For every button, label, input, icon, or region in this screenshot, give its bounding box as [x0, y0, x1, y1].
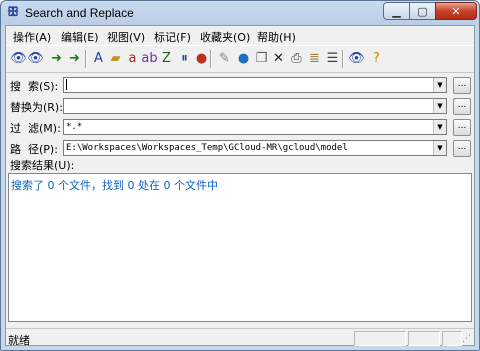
binoculars-double-icon[interactable]: 👁	[27, 50, 44, 67]
results-message: 搜索了 0 个文件，找到 0 处在 0 个文件中	[11, 179, 218, 192]
toolbar-separator	[210, 50, 212, 68]
menu-bar: 操作(A) 编辑(E) 视图(V) 标记(F) 收藏夹(O) 帮助(H)	[6, 26, 474, 45]
path-input[interactable]: E:\Workspaces\Workspaces_Temp\GCloud-MR\…	[63, 140, 447, 156]
status-text: 就绪	[8, 334, 30, 347]
globe-stop-icon[interactable]: ●	[193, 50, 210, 67]
filter-input[interactable]: *.* ▼	[63, 119, 447, 135]
close-button[interactable]: ✕	[435, 2, 477, 20]
status-pane	[442, 331, 462, 346]
print-icon[interactable]: ⎙	[288, 50, 305, 67]
status-pane	[408, 331, 440, 346]
app-window: ꕥ Search and Replace ▁ ▢ ✕ 操作(A) 编辑(E) 视…	[0, 0, 480, 351]
status-bar: 就绪 ⋰	[6, 328, 474, 347]
chevron-down-icon[interactable]: ▼	[433, 99, 446, 113]
import-icon[interactable]: ➜	[66, 50, 83, 67]
menu-help[interactable]: 帮助(H)	[257, 29, 296, 45]
results-panel[interactable]: 搜索了 0 个文件，找到 0 处在 0 个文件中	[8, 173, 472, 322]
client-area: 操作(A) 编辑(E) 视图(V) 标记(F) 收藏夹(O) 帮助(H) 👁 👁 ➜…	[5, 25, 475, 347]
chevron-down-icon[interactable]: ▼	[433, 120, 446, 134]
path-label: 路 径(P):	[10, 143, 58, 156]
wrench-icon[interactable]: ✎	[216, 50, 233, 67]
list-icon[interactable]: ☰	[324, 50, 341, 67]
menu-mark[interactable]: 标记(F)	[154, 29, 191, 45]
scroll-icon[interactable]: ≣	[306, 50, 323, 67]
menu-edit[interactable]: 编辑(E)	[61, 29, 99, 45]
text-caret	[66, 79, 67, 90]
binoculars-app-icon: ꕥ	[7, 5, 20, 20]
toolbar-separator	[85, 50, 87, 68]
replace-label: 替换为(R):	[10, 101, 63, 114]
filter-browse-button[interactable]: ...	[453, 119, 471, 136]
results-label: 搜索结果(U):	[10, 159, 75, 172]
copy-icon[interactable]: ❐	[253, 50, 270, 67]
status-pane	[354, 331, 406, 346]
toolbar: 👁 👁 ➜ ➜ A ▰ a ab Z ⏸ ● ✎ ● ❐ ✕ ⎙ ≣ ☰ 👁?	[6, 45, 474, 73]
menu-operation[interactable]: 操作(A)	[13, 29, 51, 45]
search-pause-icon[interactable]: ⏸	[176, 50, 193, 67]
find-text-icon[interactable]: A	[90, 50, 107, 67]
search-browse-button[interactable]: ...	[453, 77, 471, 94]
menu-favorites[interactable]: 收藏夹(O)	[200, 29, 250, 45]
chevron-down-icon[interactable]: ▼	[433, 78, 446, 92]
minimize-button[interactable]: ▁	[383, 2, 410, 20]
find-list-icon[interactable]: 👁	[348, 50, 365, 67]
replace-browse-button[interactable]: ...	[453, 98, 471, 115]
find-folder-icon[interactable]: ▰	[107, 50, 124, 67]
binoculars-icon[interactable]: 👁	[10, 50, 27, 67]
replace-text-icon[interactable]: a	[124, 50, 141, 67]
search-input[interactable]: ▼	[63, 77, 447, 93]
path-browse-button[interactable]: ...	[453, 140, 471, 157]
chevron-down-icon[interactable]: ▼	[433, 141, 446, 155]
delete-icon[interactable]: ✕	[270, 50, 287, 67]
globe-icon[interactable]: ●	[235, 50, 252, 67]
filter-label: 过 滤(M):	[10, 122, 61, 135]
toolbar-separator	[342, 50, 344, 68]
maximize-button[interactable]: ▢	[409, 2, 436, 20]
find-zip-icon[interactable]: Z	[158, 50, 175, 67]
window-title: Search and Replace	[25, 6, 134, 20]
resize-grip-icon[interactable]: ⋰	[462, 334, 473, 345]
replace-ab-icon[interactable]: ab	[141, 50, 158, 67]
title-bar[interactable]: ꕥ Search and Replace ▁ ▢ ✕	[1, 1, 479, 25]
menu-view[interactable]: 视图(V)	[107, 29, 145, 45]
replace-input[interactable]: ▼	[63, 98, 447, 114]
export-icon[interactable]: ➜	[48, 50, 65, 67]
search-label: 搜 索(S):	[10, 80, 59, 93]
help-icon[interactable]: ?	[368, 50, 385, 67]
